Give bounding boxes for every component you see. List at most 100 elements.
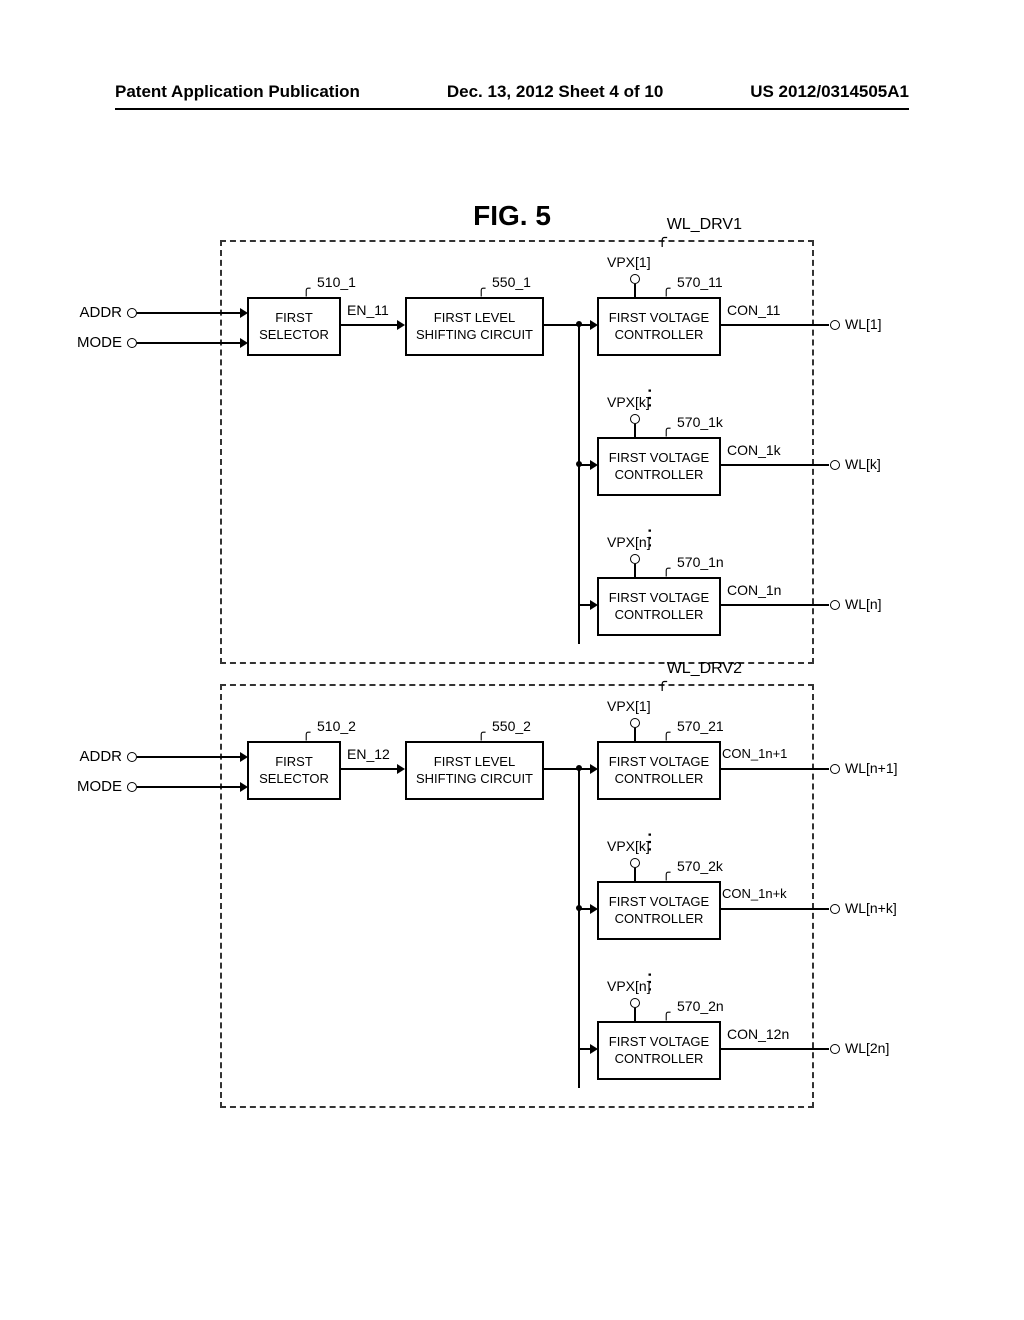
vpx2-1-line (634, 728, 636, 741)
vc2-1-ref: 570_21 (677, 718, 724, 734)
figure-title: FIG. 5 (0, 200, 1024, 232)
addr-port2-icon (127, 752, 137, 762)
wl-drv2-block: ╭ WL_DRV2 ADDR MODE ╭ 510_2 FIRST SELECT… (220, 684, 814, 1108)
vc1-1-node-icon (576, 321, 582, 327)
vc1-2-node-icon (576, 461, 582, 467)
vc1-1-ref: 570_11 (677, 274, 723, 290)
mode-label-2: MODE (52, 778, 122, 795)
vpx2-3: VPX[n] (607, 978, 651, 994)
vpx1-1: VPX[1] (607, 254, 651, 270)
vc2-2-node-icon (576, 905, 582, 911)
level1-ref-curve-icon: ╭ (477, 280, 485, 297)
vpx1-3: VPX[n] (607, 534, 651, 550)
selector2-ref: 510_2 (317, 718, 356, 734)
wl2-2-line (719, 908, 829, 910)
voltage-controller-2-2: FIRST VOLTAGE CONTROLLER (597, 881, 721, 940)
bus2-line-h (542, 768, 580, 770)
bus2-line-v (578, 768, 580, 1088)
wl1-2-port-icon (830, 460, 840, 470)
con2-3: CON_12n (727, 1026, 789, 1042)
en2-line (339, 768, 399, 770)
selector1-ref: 510_1 (317, 274, 356, 290)
wl2-2: WL[n+k] (845, 900, 897, 916)
vc1-1-ref-curve-icon: ╭ (662, 280, 670, 297)
drv1-curve-icon: ╭ (657, 228, 667, 248)
first-level-shifter-2: FIRST LEVEL SHIFTING CIRCUIT (405, 741, 544, 800)
vc2-1-ref-curve-icon: ╭ (662, 724, 670, 741)
vc2-2-ref-curve-icon: ╭ (662, 864, 670, 881)
wl1-1-port-icon (830, 320, 840, 330)
vpx2-1: VPX[1] (607, 698, 651, 714)
vpx1-2: VPX[k] (607, 394, 650, 410)
vpx1-1-port-icon (630, 274, 640, 284)
wl2-3-line (719, 1048, 829, 1050)
vpx1-1-line (634, 284, 636, 297)
addr-label-2: ADDR (52, 748, 122, 765)
wl1-3-port-icon (830, 600, 840, 610)
first-selector-2: FIRST SELECTOR (247, 741, 341, 800)
wl2-3: WL[2n] (845, 1040, 889, 1056)
addr-line-2 (137, 756, 242, 758)
vpx1-3-line (634, 564, 636, 577)
wl2-1-line (719, 768, 829, 770)
voltage-controller-2-1: FIRST VOLTAGE CONTROLLER (597, 741, 721, 800)
voltage-controller-2-3: FIRST VOLTAGE CONTROLLER (597, 1021, 721, 1080)
header-right: US 2012/0314505A1 (750, 82, 909, 102)
vc2-1-node-icon (576, 765, 582, 771)
header-center: Dec. 13, 2012 Sheet 4 of 10 (447, 82, 663, 102)
en1-line (339, 324, 399, 326)
wl2-1: WL[n+1] (845, 760, 898, 776)
bus1-line-h (542, 324, 580, 326)
vpx2-3-line (634, 1008, 636, 1021)
con1-3: CON_1n (727, 582, 781, 598)
mode-line-2 (137, 786, 242, 788)
voltage-controller-1-3: FIRST VOLTAGE CONTROLLER (597, 577, 721, 636)
patent-header: Patent Application Publication Dec. 13, … (0, 82, 1024, 102)
vpx2-2-port-icon (630, 858, 640, 868)
vc1-2-ref-curve-icon: ╭ (662, 420, 670, 437)
en1-arrow-icon (397, 320, 405, 330)
wl1-2-line (719, 464, 829, 466)
vpx1-3-port-icon (630, 554, 640, 564)
vpx2-2-line (634, 868, 636, 881)
level1-ref: 550_1 (492, 274, 531, 290)
drv2-label: WL_DRV2 (667, 660, 742, 678)
drv2-curve-icon: ╭ (657, 672, 667, 692)
wl1-1-line (719, 324, 829, 326)
wl1-1: WL[1] (845, 316, 882, 332)
addr-line (137, 312, 242, 314)
addr-label: ADDR (52, 304, 122, 321)
drv1-label: WL_DRV1 (667, 216, 742, 234)
vpx1-2-line (634, 424, 636, 437)
con2-1: CON_1n+1 (722, 746, 787, 761)
addr-port-icon (127, 308, 137, 318)
header-left: Patent Application Publication (115, 82, 360, 102)
mode-line (137, 342, 242, 344)
vc2-3-ref-curve-icon: ╭ (662, 1004, 670, 1021)
vc1-3-ref: 570_1n (677, 554, 724, 570)
en2-label: EN_12 (347, 746, 390, 762)
wl1-3: WL[n] (845, 596, 882, 612)
vc1-2-ref: 570_1k (677, 414, 723, 430)
mode-port2-icon (127, 782, 137, 792)
selector2-ref-curve-icon: ╭ (302, 724, 310, 741)
wl2-2-port-icon (830, 904, 840, 914)
vc2-3-ref: 570_2n (677, 998, 724, 1014)
header-divider (115, 108, 909, 110)
wl-drv1-block: ╭ WL_DRV1 ADDR MODE ╭ 510_1 FIRST SELECT… (220, 240, 814, 664)
mode-port-icon (127, 338, 137, 348)
con1-2: CON_1k (727, 442, 781, 458)
level2-ref-curve-icon: ╭ (477, 724, 485, 741)
voltage-controller-1-2: FIRST VOLTAGE CONTROLLER (597, 437, 721, 496)
en1-label: EN_11 (347, 302, 389, 318)
wl1-3-line (719, 604, 829, 606)
vpx2-2: VPX[k] (607, 838, 650, 854)
wl2-1-port-icon (830, 764, 840, 774)
con2-2: CON_1n+k (722, 886, 787, 901)
diagram-container: ╭ WL_DRV1 ADDR MODE ╭ 510_1 FIRST SELECT… (130, 240, 890, 1128)
vc1-3-ref-curve-icon: ╭ (662, 560, 670, 577)
bus1-line-v (578, 324, 580, 644)
wl2-3-port-icon (830, 1044, 840, 1054)
level2-ref: 550_2 (492, 718, 531, 734)
selector1-ref-curve-icon: ╭ (302, 280, 310, 297)
